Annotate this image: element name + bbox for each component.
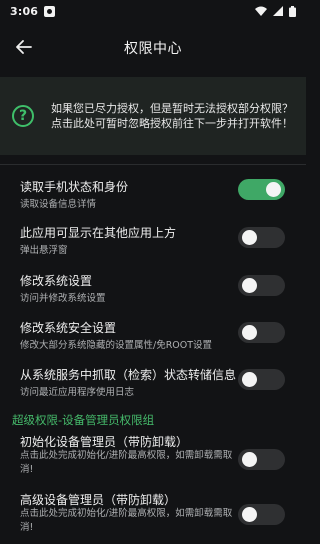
permission-title: 修改系统设置	[20, 274, 93, 288]
back-button[interactable]	[12, 36, 36, 60]
toggle-knob	[242, 230, 257, 245]
toggle-device-admin-advanced[interactable]	[238, 504, 285, 525]
permission-desc: 修改大部分系统隐藏的设置属性/免ROOT设置	[20, 340, 213, 351]
page-title: 权限中心	[124, 41, 182, 57]
toggle-knob	[242, 278, 257, 293]
toggle-dump[interactable]	[238, 369, 285, 390]
shield-icon	[44, 5, 56, 17]
permission-desc: 访问并修改系统设置	[20, 293, 106, 304]
toggle-write-settings[interactable]	[238, 275, 285, 296]
status-bar: 3:06	[0, 0, 306, 22]
permission-title: 读取手机状态和身份	[20, 180, 129, 194]
hint-text: 如果您已尽力授权，但是暂时无法授权部分权限？点击此处可暂时忽略授权前往下一步并打…	[51, 101, 293, 131]
help-icon: ?	[12, 105, 34, 127]
permission-title: 修改系统安全设置	[20, 321, 117, 335]
permission-title: 从系统服务中抓取（检索）状态转储信息	[20, 368, 237, 382]
permission-desc: 弹出悬浮窗	[20, 245, 68, 256]
top-app-bar: 权限中心	[0, 22, 306, 74]
permission-desc: 读取设备信息详情	[20, 199, 97, 210]
toggle-knob	[266, 182, 281, 197]
arrow-left-icon	[16, 39, 32, 58]
permission-desc: 点击此处完成初始化/进阶最高权限，如需卸载需取消!	[20, 508, 233, 533]
battery-icon	[289, 5, 296, 17]
toggle-knob	[242, 452, 257, 467]
permission-title: 初始化设备管理员（带防卸载）	[20, 435, 189, 449]
toggle-knob	[242, 372, 257, 387]
divider	[0, 164, 306, 165]
skip-authorization-banner[interactable]: ? 如果您已尽力授权，但是暂时无法授权部分权限？点击此处可暂时忽略授权前往下一步…	[0, 77, 306, 155]
toggle-phone-state[interactable]	[238, 179, 285, 200]
status-time: 3:06	[10, 4, 39, 18]
toggle-knob	[242, 507, 257, 522]
signal-icon	[273, 6, 283, 16]
wifi-icon	[255, 6, 267, 16]
status-icons	[255, 5, 296, 17]
permission-desc: 点击此处完成初始化/进阶最高权限，如需卸载需取消!	[20, 450, 233, 475]
toggle-overlay[interactable]	[238, 227, 285, 248]
toggle-knob	[242, 325, 257, 340]
section-header: 超级权限-设备管理员权限组	[12, 413, 155, 427]
permission-title: 此应用可显示在其他应用上方	[20, 226, 177, 240]
toggle-secure-settings[interactable]	[238, 322, 285, 343]
permission-desc: 访问最近应用程序使用日志	[20, 387, 135, 398]
toggle-device-admin-init[interactable]	[238, 449, 285, 470]
permission-title: 高级设备管理员（带防卸载）	[20, 493, 177, 507]
